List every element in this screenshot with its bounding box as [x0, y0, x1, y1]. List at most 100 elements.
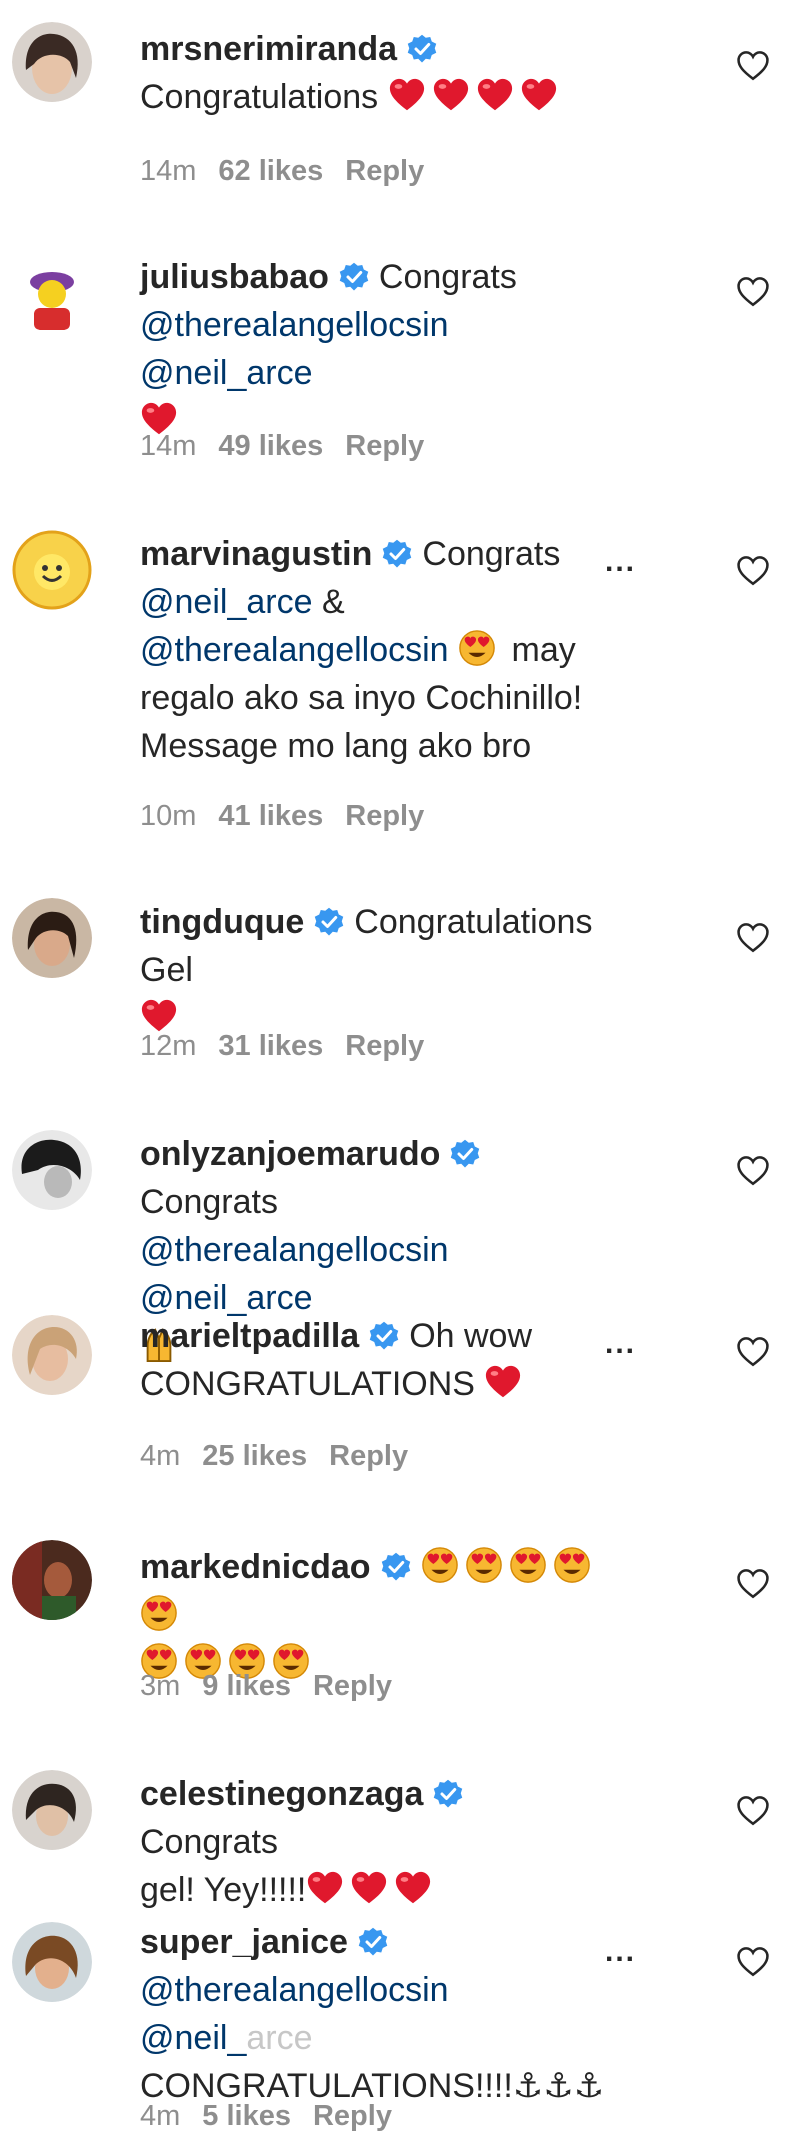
username[interactable]: onlyzanjoemarudo: [140, 1135, 440, 1173]
red-heart-emoji: [520, 76, 558, 114]
likes-count[interactable]: 31 likes: [218, 1030, 323, 1062]
username[interactable]: celestinegonzaga: [140, 1775, 423, 1813]
comment-meta: 14m 49 likes Reply: [140, 430, 446, 463]
comment-meta: 14m 62 likes Reply: [140, 155, 446, 188]
reply-button[interactable]: Reply: [313, 2100, 392, 2132]
likes-count[interactable]: 9 likes: [202, 1670, 291, 1702]
verified-badge-icon: [358, 1927, 388, 1957]
heart-outline-icon[interactable]: [736, 1336, 770, 1368]
likes-count[interactable]: 5 likes: [202, 2100, 291, 2132]
reply-button[interactable]: Reply: [313, 1670, 392, 1702]
comment-body: tingduque Congratulations Gel: [140, 898, 610, 1042]
more-options-button[interactable]: ...: [605, 1935, 636, 1969]
heart-outline-icon[interactable]: [736, 555, 770, 587]
more-options-button[interactable]: ...: [605, 545, 636, 579]
comment-text: Oh wow: [409, 1317, 533, 1355]
heart-eyes-emoji: [458, 629, 496, 667]
mention-link[interactable]: @neil_arce: [140, 583, 313, 621]
heart-eyes-emoji: [140, 1594, 178, 1632]
likes-count[interactable]: 41 likes: [218, 800, 323, 832]
verified-badge-icon: [381, 1552, 411, 1582]
avatar[interactable]: [12, 1770, 92, 1850]
timestamp: 14m: [140, 155, 197, 187]
verified-badge-icon: [407, 34, 437, 64]
heart-outline-icon[interactable]: [736, 276, 770, 308]
mention-link[interactable]: @neil_arce: [140, 354, 313, 392]
username[interactable]: marieltpadilla: [140, 1317, 359, 1355]
comment-text: may: [511, 631, 576, 669]
heart-eyes-emoji: [553, 1546, 591, 1584]
avatar[interactable]: [12, 1922, 92, 2002]
heart-outline-icon[interactable]: [736, 1795, 770, 1827]
timestamp: 4m: [140, 2100, 181, 2132]
heart-outline-icon[interactable]: [736, 1568, 770, 1600]
comment-body: marvinagustin Congrats @neil_arce & @ther…: [140, 530, 610, 770]
comment-meta: 12m 31 likes Reply: [140, 1030, 446, 1063]
comment-text: Congrats: [378, 258, 517, 296]
red-heart-emoji: [350, 1869, 388, 1907]
comment-text: Congrats: [140, 1823, 278, 1861]
mention-link[interactable]: @therealangellocsin: [140, 306, 449, 344]
avatar[interactable]: [12, 1315, 92, 1395]
comment-body: celestinegonzaga Congrats gel! Yey!!!!!: [140, 1770, 610, 1914]
comment-text: CONGRATULATIONS: [140, 1365, 475, 1403]
more-options-button[interactable]: ...: [605, 1327, 636, 1361]
heart-outline-icon[interactable]: [736, 50, 770, 82]
heart-eyes-emoji: [421, 1546, 459, 1584]
mention-link[interactable]: @therealangellocsin: [140, 1971, 449, 2009]
avatar[interactable]: [12, 530, 92, 610]
comment-body: marieltpadilla Oh wow CONGRATULATIONS: [140, 1312, 610, 1408]
verified-badge-icon: [450, 1139, 480, 1169]
comment-text: Congratulations: [140, 78, 379, 116]
timestamp: 14m: [140, 430, 197, 462]
red-heart-emoji: [388, 76, 426, 114]
red-heart-emoji: [394, 1869, 432, 1907]
mention-link[interactable]: @therealangellocsin: [140, 631, 449, 669]
avatar[interactable]: [12, 1540, 92, 1620]
heart-eyes-emoji: [465, 1546, 503, 1584]
reply-button[interactable]: Reply: [345, 800, 424, 832]
avatar[interactable]: [12, 22, 92, 102]
heart-outline-icon[interactable]: [736, 922, 770, 954]
likes-count[interactable]: 62 likes: [218, 155, 323, 187]
red-heart-emoji: [484, 1363, 522, 1401]
username[interactable]: marvinagustin: [140, 535, 372, 573]
verified-badge-icon: [382, 539, 412, 569]
reply-button[interactable]: Reply: [345, 155, 424, 187]
username[interactable]: super_janice: [140, 1923, 348, 1961]
username[interactable]: tingduque: [140, 903, 304, 941]
username[interactable]: juliusbabao: [140, 258, 329, 296]
timestamp: 12m: [140, 1030, 197, 1062]
heart-outline-icon[interactable]: [736, 1155, 770, 1187]
comment-meta: 4m 5 likes Reply: [140, 2100, 414, 2133]
avatar[interactable]: [12, 252, 92, 332]
reply-button[interactable]: Reply: [329, 1440, 408, 1472]
heart-outline-icon[interactable]: [736, 1946, 770, 1978]
mention-link-faded[interactable]: arce: [246, 2019, 312, 2057]
comment-meta: 3m 9 likes Reply: [140, 1670, 414, 1703]
likes-count[interactable]: 49 likes: [218, 430, 323, 462]
avatar[interactable]: [12, 1130, 92, 1210]
verified-badge-icon: [339, 262, 369, 292]
red-heart-emoji: [476, 76, 514, 114]
comment-text: gel! Yey!!!!!: [140, 1871, 307, 1909]
timestamp: 10m: [140, 800, 197, 832]
mention-link[interactable]: @neil_: [140, 2019, 246, 2057]
mention-link[interactable]: @therealangellocsin: [140, 1231, 449, 1269]
comment-text: &: [321, 583, 345, 621]
avatar[interactable]: [12, 898, 92, 978]
username[interactable]: markednicdao: [140, 1548, 371, 1586]
likes-count[interactable]: 25 likes: [202, 1440, 307, 1472]
comment-body: super_janice @therealangellocsin @neil_a…: [140, 1918, 610, 2110]
reply-button[interactable]: Reply: [345, 430, 424, 462]
comment-body: mrsnerimiranda Congratulations: [140, 25, 610, 121]
comment-text: Congrats: [422, 535, 561, 573]
timestamp: 3m: [140, 1670, 181, 1702]
username[interactable]: mrsnerimiranda: [140, 30, 397, 68]
comment-text: Message mo lang ako bro: [140, 727, 532, 765]
red-heart-emoji: [306, 1869, 344, 1907]
comment-meta: 4m 25 likes Reply: [140, 1440, 430, 1473]
comment-text: regalo ako sa inyo Cochinillo!: [140, 679, 583, 717]
timestamp: 4m: [140, 1440, 181, 1472]
reply-button[interactable]: Reply: [345, 1030, 424, 1062]
